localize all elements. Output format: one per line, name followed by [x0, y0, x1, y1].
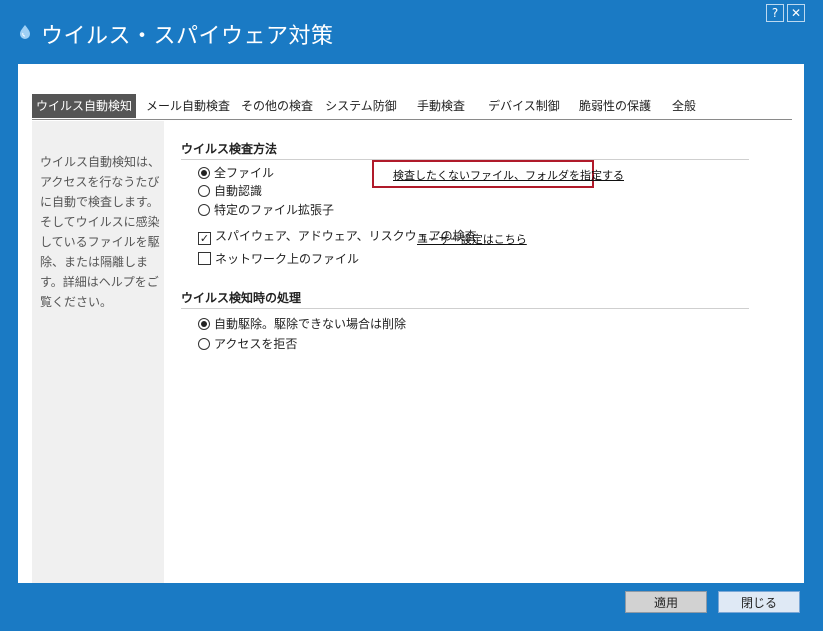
- radio-deny-access[interactable]: アクセスを拒否: [198, 336, 297, 352]
- app-logo-icon: [20, 25, 30, 39]
- title-bar: ウイルス・スパイウェア対策 ? ✕: [0, 0, 823, 60]
- tab-system-defense[interactable]: システム防御: [320, 94, 402, 118]
- checkbox-network-files[interactable]: ネットワーク上のファイル: [198, 251, 359, 267]
- tab-auto-detect[interactable]: ウイルス自動検知: [32, 94, 136, 118]
- scan-method-title: ウイルス検査方法: [181, 140, 749, 160]
- tab-other-scan[interactable]: その他の検査: [236, 94, 318, 118]
- radio-specific-extensions[interactable]: 特定のファイル拡張子: [198, 202, 334, 218]
- radio-icon[interactable]: [198, 204, 210, 216]
- tab-general[interactable]: 全般: [662, 94, 706, 118]
- tab-bar: ウイルス自動検知 メール自動検査 その他の検査 システム防御 手動検査 デバイス…: [32, 94, 792, 120]
- radio-label: アクセスを拒否: [214, 337, 298, 351]
- tab-mail-scan[interactable]: メール自動検査: [138, 94, 238, 118]
- help-button[interactable]: ?: [766, 4, 784, 22]
- radio-auto-recognize[interactable]: 自動認識: [198, 183, 262, 199]
- checkbox-checked-icon[interactable]: ✓: [198, 232, 211, 245]
- app-window: ウイルス・スパイウェア対策 ? ✕ ウイルス自動検知 メール自動検査 その他の検…: [0, 0, 823, 631]
- checkbox-label: ネットワーク上のファイル: [215, 252, 360, 266]
- detection-action-title: ウイルス検知時の処理: [181, 289, 749, 309]
- radio-icon[interactable]: [198, 338, 210, 350]
- radio-label: 全ファイル: [214, 166, 275, 180]
- sidebar: ウイルス自動検知は、アクセスを行なうたびに自動で検査します。そしてウイルスに感染…: [32, 121, 164, 583]
- window-close-button[interactable]: ✕: [787, 4, 805, 22]
- close-button[interactable]: 閉じる: [718, 591, 800, 613]
- tab-manual-scan[interactable]: 手動検査: [408, 94, 474, 118]
- checkbox-icon[interactable]: [198, 252, 211, 265]
- radio-label: 自動認識: [214, 184, 263, 198]
- tab-device-control[interactable]: デバイス制御: [484, 94, 564, 118]
- radio-label: 自動駆除。駆除できない場合は削除: [214, 317, 407, 331]
- radio-selected-icon[interactable]: [198, 167, 210, 179]
- radio-label: 特定のファイル拡張子: [214, 203, 335, 217]
- radio-all-files[interactable]: 全ファイル: [198, 165, 274, 181]
- apply-button[interactable]: 適用: [625, 591, 707, 613]
- window-title: ウイルス・スパイウェア対策: [41, 24, 334, 49]
- sidebar-description: ウイルス自動検知は、アクセスを行なうたびに自動で検査します。そしてウイルスに感染…: [40, 155, 161, 309]
- exclude-files-link[interactable]: 検査したくないファイル、フォルダを指定する: [393, 167, 624, 183]
- radio-icon[interactable]: [198, 185, 210, 197]
- radio-selected-icon[interactable]: [198, 318, 210, 330]
- radio-auto-remove[interactable]: 自動駆除。駆除できない場合は削除: [198, 316, 406, 332]
- tab-vulnerability[interactable]: 脆弱性の保護: [570, 94, 660, 118]
- user-settings-link[interactable]: ユーザー設定はこちら: [417, 231, 527, 247]
- settings-panel: ウイルス自動検知 メール自動検査 その他の検査 システム防御 手動検査 デバイス…: [18, 64, 804, 583]
